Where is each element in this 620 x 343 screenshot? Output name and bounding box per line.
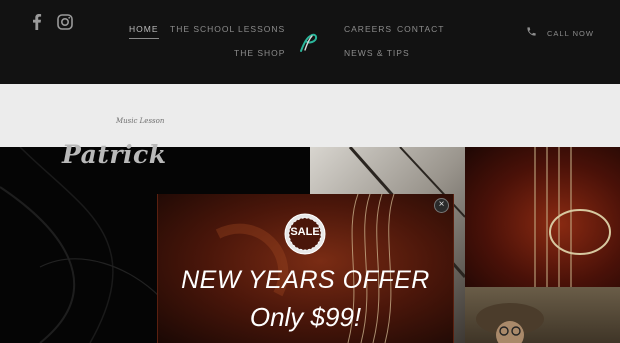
facebook-icon[interactable] (28, 13, 46, 31)
tile-art-portrait (476, 303, 544, 343)
nav-home[interactable]: HOME (129, 24, 159, 39)
call-now-label: CALL NOW (547, 28, 594, 38)
nav-the-school[interactable]: THE SCHOOL (170, 24, 235, 34)
nav-the-shop[interactable]: THE SHOP (234, 48, 285, 58)
social-links (28, 13, 74, 31)
popup-price: Only $99! (249, 302, 362, 332)
tile-art-strings (534, 147, 611, 287)
instagram-icon[interactable] (56, 13, 74, 31)
gallery-tile-violins[interactable] (465, 147, 620, 287)
phone-icon (526, 24, 537, 42)
nav-news-tips[interactable]: NEWS & TIPS (344, 48, 410, 58)
gallery-tile-portrait[interactable] (465, 287, 620, 343)
popup-title: NEW YEARS OFFER (181, 266, 430, 294)
nav-contact[interactable]: CONTACT (397, 24, 444, 34)
popup-close-button[interactable]: × (434, 198, 449, 213)
sale-badge-label: SALE (290, 226, 320, 238)
site-logo[interactable] (296, 30, 322, 56)
tile-name: Patrick (62, 140, 167, 169)
site-header: HOME THE SCHOOL LESSONS THE SHOP CAREERS… (0, 0, 620, 84)
tile-caption: Music Lesson (116, 117, 165, 125)
call-now[interactable]: CALL NOW (526, 24, 594, 42)
nav-lessons[interactable]: LESSONS (238, 24, 285, 34)
nav-careers[interactable]: CAREERS (344, 24, 392, 34)
